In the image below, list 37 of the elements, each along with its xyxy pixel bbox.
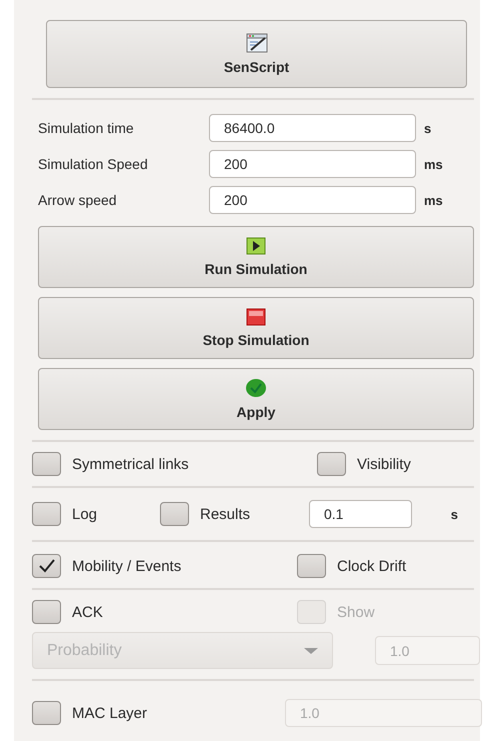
stop-simulation-button[interactable]: Stop Simulation — [38, 297, 474, 359]
input-field[interactable]: 200 — [209, 150, 416, 178]
checkbox[interactable] — [32, 554, 61, 578]
unit-label: ms — [424, 192, 443, 208]
field-label: Arrow speed — [38, 192, 118, 208]
checkbox[interactable] — [32, 701, 61, 725]
unit-label: s — [450, 506, 458, 522]
checkbox-label: Mobility / Events — [72, 558, 182, 574]
checkbox[interactable] — [32, 502, 61, 526]
checkbox-label: Show — [337, 604, 375, 620]
checkbox[interactable] — [317, 452, 346, 476]
checkbox-label: Clock Drift — [337, 558, 406, 574]
checkbox-label: ACK — [72, 604, 103, 620]
checkbox-label: Symmetrical links — [72, 456, 189, 472]
checkbox[interactable] — [32, 452, 61, 476]
checkmark-icon — [245, 378, 267, 398]
run-simulation-button[interactable]: Run Simulation — [38, 226, 474, 288]
input-field[interactable]: 200 — [209, 186, 416, 214]
field-label: Simulation Speed — [38, 156, 149, 172]
stop-icon — [246, 308, 266, 326]
unit-label: ms — [424, 156, 443, 172]
unit-label: s — [424, 120, 432, 136]
field-label: Simulation time — [38, 120, 135, 136]
play-icon — [246, 237, 266, 255]
apply-button[interactable]: Apply — [38, 368, 474, 430]
checkbox-label: Visibility — [357, 456, 411, 472]
checkbox[interactable] — [297, 554, 326, 578]
checkbox-label: Results — [200, 506, 250, 522]
checkbox-label: MAC Layer — [72, 704, 148, 722]
checkbox[interactable] — [32, 600, 61, 624]
script-editor-icon — [246, 33, 268, 53]
checkbox-label: Log — [72, 506, 98, 522]
input-field[interactable]: 0.1 — [309, 500, 412, 528]
senscript-button[interactable]: SenScript — [46, 20, 467, 88]
checkbox[interactable] — [160, 502, 189, 526]
checkmark-icon — [38, 558, 56, 574]
input-field[interactable]: 86400.0 — [209, 114, 416, 142]
